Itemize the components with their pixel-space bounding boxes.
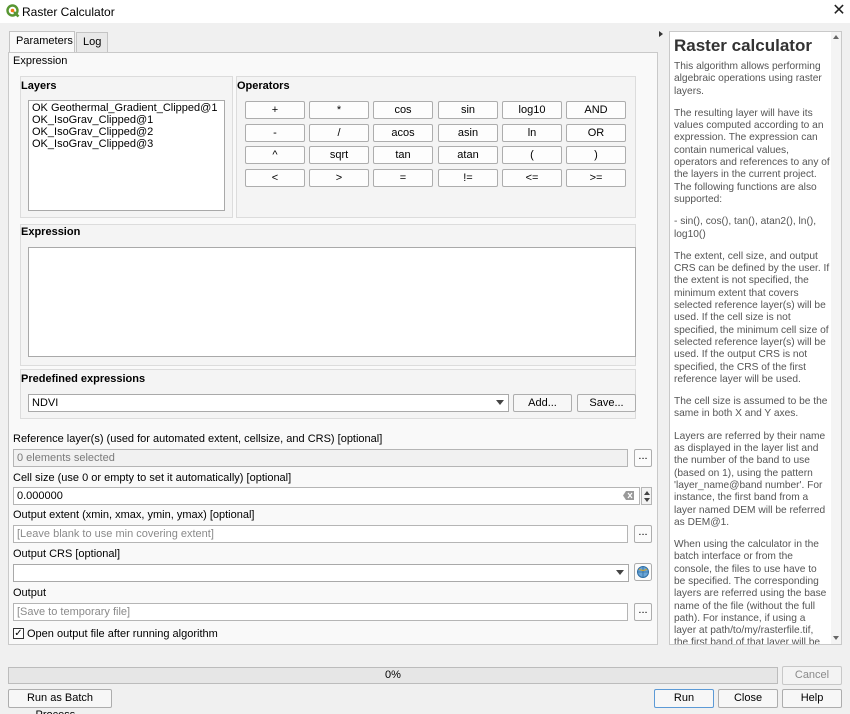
operator-button[interactable]: sqrt: [309, 146, 369, 164]
window-title: Raster Calculator: [22, 5, 115, 19]
list-item[interactable]: OK_IsoGrav_Clipped@3: [29, 138, 224, 150]
output-crs-label: Output CRS [optional]: [13, 548, 121, 560]
save-expression-button[interactable]: Save...: [577, 394, 636, 412]
layers-title: Layers: [21, 80, 57, 92]
reference-layers-browse-button[interactable]: ...: [634, 449, 652, 467]
operator-button[interactable]: log10: [502, 101, 562, 119]
operator-button[interactable]: acos: [373, 124, 433, 142]
list-item[interactable]: OK_IsoGrav_Clipped@1: [29, 114, 224, 126]
operator-button[interactable]: -: [245, 124, 305, 142]
progress-label: 0%: [385, 669, 401, 681]
scroll-up-icon[interactable]: [833, 35, 839, 39]
open-output-checkbox[interactable]: ✓: [13, 628, 24, 639]
open-output-label: Open output file after running algorithm: [27, 628, 218, 640]
operator-button[interactable]: cos: [373, 101, 433, 119]
output-label: Output: [13, 587, 47, 599]
help-paragraph: The cell size is assumed to be the same …: [674, 396, 828, 420]
operator-button[interactable]: ^: [245, 146, 305, 164]
tab-log[interactable]: Log: [76, 32, 108, 52]
progress-bar: 0%: [8, 667, 778, 684]
help-paragraph: The extent, cell size, and output CRS ca…: [674, 250, 830, 385]
operator-button[interactable]: ln: [502, 124, 562, 142]
help-body: This algorithm allows performing algebra…: [674, 61, 830, 645]
operators-title: Operators: [237, 80, 290, 92]
list-item[interactable]: OK_IsoGrav_Clipped@2: [29, 126, 224, 138]
operator-button[interactable]: sin: [438, 101, 498, 119]
output-extent-label: Output extent (xmin, xmax, ymin, ymax) […: [13, 509, 255, 521]
help-paragraph: Layers are referred by their name as dis…: [674, 430, 826, 528]
qgis-logo-icon: [6, 4, 20, 18]
operator-button[interactable]: *: [309, 101, 369, 119]
clear-field-icon[interactable]: [623, 491, 634, 500]
operator-button[interactable]: !=: [438, 169, 498, 187]
operator-button[interactable]: OR: [566, 124, 626, 142]
output-extent-button[interactable]: ...: [634, 525, 652, 543]
operator-button[interactable]: >: [309, 169, 369, 187]
cell-size-input[interactable]: 0.000000: [13, 487, 640, 505]
spin-up-icon[interactable]: [644, 491, 650, 495]
cell-size-spinner[interactable]: [641, 487, 652, 505]
title-bar: [0, 0, 850, 23]
window-close-button[interactable]: ✕: [830, 2, 848, 20]
help-scrollbar[interactable]: [831, 32, 841, 644]
layers-list[interactable]: OK Geothermal_Gradient_Clipped@1 OK_IsoG…: [28, 100, 225, 211]
operator-button[interactable]: AND: [566, 101, 626, 119]
help-paragraph: This algorithm allows performing algebra…: [674, 61, 822, 97]
expression-textarea[interactable]: [28, 247, 636, 357]
help-paragraph: - sin(), cos(), tan(), atan2(), ln(), lo…: [674, 216, 817, 240]
collapse-help-icon[interactable]: [659, 31, 663, 37]
run-button[interactable]: Run: [654, 689, 714, 708]
batch-process-button[interactable]: Run as Batch Process...: [8, 689, 112, 714]
help-title: Raster calculator: [674, 36, 812, 55]
output-file-input[interactable]: [Save to temporary file]: [13, 603, 628, 621]
add-expression-button[interactable]: Add...: [513, 394, 572, 412]
operator-button[interactable]: =: [373, 169, 433, 187]
cancel-button[interactable]: Cancel: [782, 666, 842, 685]
reference-layers-field[interactable]: 0 elements selected: [13, 449, 628, 467]
operator-button[interactable]: /: [309, 124, 369, 142]
expression-title: Expression: [21, 226, 81, 238]
predefined-selected: NDVI: [32, 397, 59, 409]
cell-size-label: Cell size (use 0 or empty to set it auto…: [13, 472, 292, 484]
help-paragraph: The resulting layer will have its values…: [674, 107, 830, 205]
list-item[interactable]: OK Geothermal_Gradient_Clipped@1: [29, 102, 224, 114]
close-button[interactable]: Close: [718, 689, 778, 708]
operator-button[interactable]: <: [245, 169, 305, 187]
operator-button[interactable]: (: [502, 146, 562, 164]
operator-button[interactable]: +: [245, 101, 305, 119]
help-paragraph: When using the calculator in the batch i…: [674, 539, 827, 645]
reference-layers-label: Reference layer(s) (used for automated e…: [13, 433, 383, 445]
output-browse-button[interactable]: ...: [634, 603, 652, 621]
predefined-select[interactable]: NDVI: [28, 394, 509, 412]
operator-button[interactable]: >=: [566, 169, 626, 187]
help-button[interactable]: Help: [782, 689, 842, 708]
tab-parameters[interactable]: Parameters: [9, 31, 75, 53]
chevron-down-icon: [496, 400, 504, 405]
output-extent-input[interactable]: [Leave blank to use min covering extent]: [13, 525, 628, 543]
crs-selector-icon[interactable]: [634, 563, 652, 581]
help-panel: Raster calculator This algorithm allows …: [669, 31, 842, 645]
predefined-title: Predefined expressions: [21, 373, 146, 385]
chevron-down-icon: [616, 570, 624, 575]
spin-down-icon[interactable]: [644, 498, 650, 502]
operator-button[interactable]: asin: [438, 124, 498, 142]
scroll-down-icon[interactable]: [833, 636, 839, 640]
expression-section-label: Expression: [13, 55, 68, 67]
operator-button[interactable]: tan: [373, 146, 433, 164]
operator-button[interactable]: <=: [502, 169, 562, 187]
operator-button[interactable]: ): [566, 146, 626, 164]
operator-button[interactable]: atan: [438, 146, 498, 164]
output-crs-select[interactable]: [13, 564, 629, 582]
